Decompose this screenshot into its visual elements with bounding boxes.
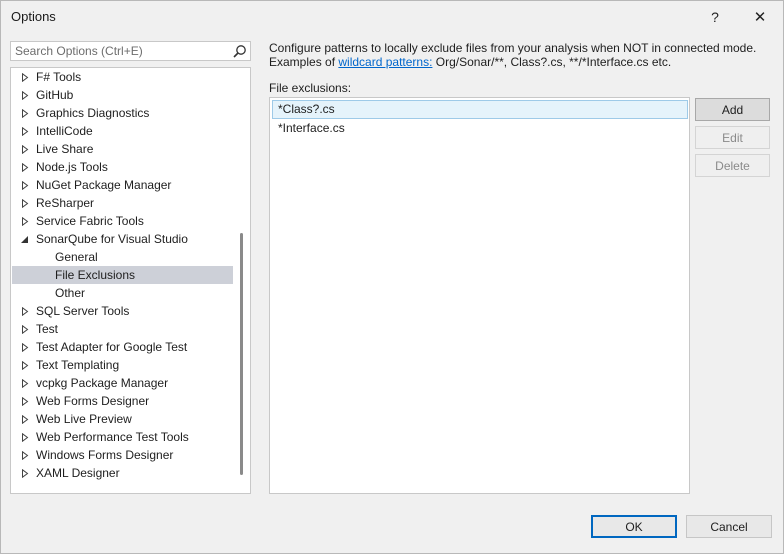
collapsed-arrow-icon[interactable] — [21, 109, 29, 118]
collapsed-arrow-icon[interactable] — [21, 181, 29, 190]
help-icon: ? — [711, 9, 719, 25]
tree-item[interactable]: F# Tools — [12, 68, 233, 86]
tree-item-label: Web Live Preview — [36, 412, 132, 426]
tree-item-label: vcpkg Package Manager — [36, 376, 169, 390]
exclusion-pattern: *Interface.cs — [278, 121, 345, 135]
ok-button[interactable]: OK — [591, 515, 677, 538]
tree-item-label: Windows Forms Designer — [36, 448, 174, 462]
list-item-exclusion[interactable]: *Interface.cs — [272, 119, 688, 138]
collapsed-arrow-icon[interactable] — [21, 415, 29, 424]
cancel-button[interactable]: Cancel — [686, 515, 772, 538]
window-title: Options — [11, 9, 56, 24]
collapsed-arrow-icon[interactable] — [21, 397, 29, 406]
tree-item[interactable]: Service Fabric Tools — [12, 212, 233, 230]
tree-item[interactable]: Node.js Tools — [12, 158, 233, 176]
collapsed-arrow-icon[interactable] — [21, 217, 29, 226]
search-icon[interactable] — [232, 44, 247, 59]
tree-item-label: SQL Server Tools — [36, 304, 130, 318]
exclusion-pattern: *Class?.cs — [278, 102, 335, 116]
tree-item-label: Text Templating — [36, 358, 120, 372]
description-prefix: Examples of — [269, 55, 339, 69]
tree-item[interactable]: General — [12, 248, 233, 266]
options-tree[interactable]: F# Tools GitHub Graphics Diagnostics Intell… — [10, 67, 251, 494]
tree-item-label: Web Forms Designer — [36, 394, 150, 408]
tree-item[interactable]: XAML Designer — [12, 464, 233, 482]
tree-item[interactable]: GitHub — [12, 86, 233, 104]
help-button[interactable]: ? — [692, 1, 738, 33]
tree-item[interactable]: Web Performance Test Tools — [12, 428, 233, 446]
collapsed-arrow-icon[interactable] — [21, 343, 29, 352]
description-line-2: Examples of wildcard patterns: Org/Sonar… — [269, 55, 769, 69]
tree-item-label: GitHub — [36, 88, 74, 102]
tree-item-label: ReSharper — [36, 196, 95, 210]
description: Configure patterns to locally exclude fi… — [269, 41, 769, 69]
edit-button[interactable]: Edit — [695, 126, 770, 149]
tree-item[interactable]: Test — [12, 320, 233, 338]
tree-item[interactable]: Text Templating — [12, 356, 233, 374]
tree-item[interactable]: Graphics Diagnostics — [12, 104, 233, 122]
tree-item-label: Node.js Tools — [36, 160, 108, 174]
tree-item[interactable]: SonarQube for Visual Studio — [12, 230, 233, 248]
list-item-exclusion[interactable]: *Class?.cs — [272, 100, 688, 119]
collapsed-arrow-icon[interactable] — [21, 325, 29, 334]
close-icon: ✕ — [753, 9, 767, 26]
tree-scrollbar[interactable] — [240, 233, 243, 475]
tree-item[interactable]: Test Adapter for Google Test — [12, 338, 233, 356]
tree-item[interactable]: Live Share — [12, 140, 233, 158]
description-suffix: Org/Sonar/**, Class?.cs, **/*Interface.c… — [432, 55, 672, 69]
close-button[interactable]: ✕ — [737, 1, 783, 33]
tree-item-label: Other — [55, 286, 86, 300]
tree-item-label: SonarQube for Visual Studio — [36, 232, 188, 246]
tree-item[interactable]: IntelliCode — [12, 122, 233, 140]
description-line-1: Configure patterns to locally exclude fi… — [269, 41, 757, 55]
tree-item-label: Graphics Diagnostics — [36, 106, 150, 120]
collapsed-arrow-icon[interactable] — [21, 127, 29, 136]
tree-item-label: Test Adapter for Google Test — [36, 340, 188, 354]
tree-item-label: IntelliCode — [36, 124, 93, 138]
tree-item[interactable]: File Exclusions — [12, 266, 233, 284]
tree-item[interactable]: Web Live Preview — [12, 410, 233, 428]
tree-item[interactable]: ReSharper — [12, 194, 233, 212]
collapsed-arrow-icon[interactable] — [21, 361, 29, 370]
tree-item[interactable]: Windows Forms Designer — [12, 446, 233, 464]
tree-item-label: Test — [36, 322, 59, 336]
collapsed-arrow-icon[interactable] — [21, 451, 29, 460]
collapsed-arrow-icon[interactable] — [21, 163, 29, 172]
collapsed-arrow-icon[interactable] — [21, 199, 29, 208]
tree-item-label: Web Performance Test Tools — [36, 430, 189, 444]
tree-item[interactable]: vcpkg Package Manager — [12, 374, 233, 392]
tree-item-label: Service Fabric Tools — [36, 214, 144, 228]
collapsed-arrow-icon[interactable] — [21, 91, 29, 100]
tree-item-label: General — [55, 250, 98, 264]
collapsed-arrow-icon[interactable] — [21, 469, 29, 478]
tree-item[interactable]: SQL Server Tools — [12, 302, 233, 320]
wildcard-patterns-link[interactable]: wildcard patterns: — [338, 55, 432, 69]
options-dialog: Options ? ✕ F# Tools GitHub Graphics Diagn… — [0, 0, 784, 554]
collapsed-arrow-icon[interactable] — [21, 379, 29, 388]
collapsed-arrow-icon[interactable] — [21, 145, 29, 154]
add-button[interactable]: Add — [695, 98, 770, 121]
title-bar[interactable]: Options ? ✕ — [1, 1, 783, 33]
collapsed-arrow-icon[interactable] — [21, 433, 29, 442]
tree-item[interactable]: Other — [12, 284, 233, 302]
tree-item[interactable]: Web Forms Designer — [12, 392, 233, 410]
expanded-arrow-icon[interactable] — [21, 235, 29, 244]
tree-item-label: File Exclusions — [55, 268, 136, 282]
tree-item-label: Live Share — [36, 142, 94, 156]
tree-item-label: XAML Designer — [36, 466, 120, 480]
tree-item-label: F# Tools — [36, 70, 82, 84]
tree-item-label: NuGet Package Manager — [36, 178, 172, 192]
file-exclusions-list[interactable]: *Class?.cs *Interface.cs — [269, 97, 690, 494]
search-input[interactable] — [11, 42, 229, 60]
search-box — [10, 41, 251, 61]
collapsed-arrow-icon[interactable] — [21, 73, 29, 82]
delete-button[interactable]: Delete — [695, 154, 770, 177]
tree-item[interactable]: NuGet Package Manager — [12, 176, 233, 194]
collapsed-arrow-icon[interactable] — [21, 307, 29, 316]
file-exclusions-label: File exclusions: — [269, 81, 352, 95]
